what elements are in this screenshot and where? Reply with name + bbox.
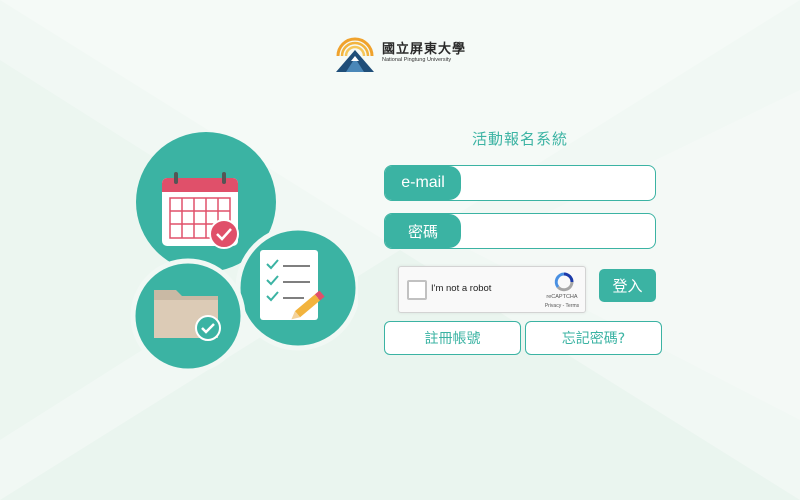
forgot-password-button[interactable]: 忘記密碼?	[525, 321, 662, 355]
login-button[interactable]: 登入	[599, 269, 656, 302]
register-button[interactable]: 註冊帳號	[384, 321, 521, 355]
password-label: 密碼	[385, 214, 461, 248]
recaptcha-checkbox[interactable]	[407, 280, 427, 300]
email-input[interactable]	[463, 166, 655, 200]
recaptcha-brand: reCAPTCHA	[546, 294, 578, 300]
system-title: 活動報名系統	[472, 130, 569, 148]
university-emblem-icon	[336, 37, 374, 72]
university-name-cn: 國立屏東大學	[382, 42, 467, 57]
recaptcha-links[interactable]: Privacy - Terms	[537, 303, 587, 309]
email-label: e-mail	[385, 166, 461, 200]
calendar-check-icon	[162, 172, 239, 249]
recaptcha-icon	[554, 272, 574, 292]
checklist-pencil-icon	[260, 250, 325, 320]
password-field: 密碼	[384, 213, 656, 249]
email-field: e-mail	[384, 165, 656, 201]
folder-check-icon	[154, 290, 221, 341]
background-pattern	[0, 0, 800, 500]
recaptcha-label: I'm not a robot	[431, 283, 492, 294]
university-name-en: National Pingtung University	[382, 57, 452, 63]
university-logo: 國立屏東大學 National Pingtung University	[334, 30, 467, 74]
password-input[interactable]	[463, 214, 655, 248]
recaptcha-widget: I'm not a robot reCAPTCHA Privacy - Term…	[398, 266, 586, 313]
event-illustration	[130, 132, 358, 370]
